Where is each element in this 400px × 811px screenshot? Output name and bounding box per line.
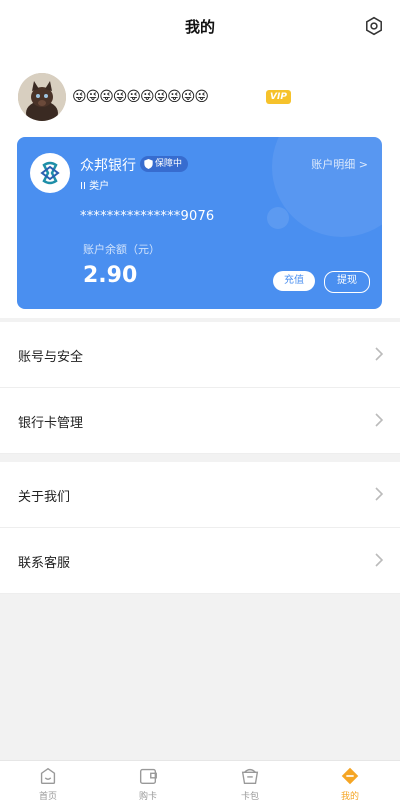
user-profile[interactable]: 😜😜😜😜😜😜😜😜😜😜 VIP <box>18 73 378 121</box>
account-detail-link[interactable]: 账户明细 > <box>311 156 368 172</box>
account-number: ***************9076 <box>80 209 215 224</box>
chevron-right-icon <box>375 487 384 501</box>
menu-item-account-security[interactable]: 账号与安全 <box>0 322 400 388</box>
nav-label: 购卡 <box>138 792 157 802</box>
shield-icon <box>144 159 153 169</box>
menu-group-info: 关于我们 联系客服 <box>0 462 400 594</box>
menu-item-label: 关于我们 <box>18 490 71 505</box>
cat-photo <box>18 73 66 121</box>
page-header: 我的 <box>0 0 400 54</box>
recharge-button[interactable]: 充值 <box>273 271 315 291</box>
balance-label: 账户余额（元） <box>83 243 160 256</box>
page-title: 我的 <box>184 18 215 36</box>
protection-badge-label: 保障中 <box>155 159 183 169</box>
profile-icon <box>341 767 359 785</box>
bank-logo-icon <box>30 153 70 193</box>
withdraw-button[interactable]: 提现 <box>324 271 370 293</box>
card-decoration <box>272 137 382 237</box>
menu-item-bank-cards[interactable]: 银行卡管理 <box>0 388 400 454</box>
account-type: II 类户 <box>80 181 110 192</box>
home-icon <box>40 767 56 785</box>
nav-label: 卡包 <box>240 792 259 802</box>
menu-item-contact-support[interactable]: 联系客服 <box>0 528 400 594</box>
nav-card-wallet[interactable]: 卡包 <box>220 765 280 811</box>
bank-card[interactable]: 众邦银行 保障中 II 类户 账户明细 > ***************907… <box>17 137 382 309</box>
card-wallet-icon <box>241 768 259 785</box>
nav-profile[interactable]: 我的 <box>320 765 380 811</box>
nav-buy-card[interactable]: 购卡 <box>118 765 178 811</box>
nav-label: 首页 <box>38 792 57 802</box>
buy-card-icon <box>139 768 157 785</box>
balance-value: 2.90 <box>83 263 138 288</box>
bottom-nav: 首页 购卡 卡包 我的 <box>0 760 400 811</box>
nav-home[interactable]: 首页 <box>18 765 78 811</box>
protection-badge: 保障中 <box>140 156 189 172</box>
chevron-right-icon <box>375 553 384 567</box>
menu-item-about-us[interactable]: 关于我们 <box>0 462 400 528</box>
nav-label: 我的 <box>340 792 359 802</box>
nickname: 😜😜😜😜😜😜😜😜😜😜 <box>72 89 209 105</box>
card-decoration <box>267 207 289 229</box>
menu-item-label: 账号与安全 <box>18 350 84 365</box>
gear-icon[interactable] <box>364 16 384 36</box>
chevron-right-icon <box>375 347 384 361</box>
vip-badge: VIP <box>266 90 291 104</box>
bank-name: 众邦银行 <box>80 158 136 174</box>
menu-item-label: 联系客服 <box>18 556 71 571</box>
menu-group-account: 账号与安全 银行卡管理 <box>0 322 400 454</box>
chevron-right-icon <box>375 413 384 427</box>
menu-item-label: 银行卡管理 <box>18 416 84 431</box>
avatar[interactable] <box>18 73 66 121</box>
